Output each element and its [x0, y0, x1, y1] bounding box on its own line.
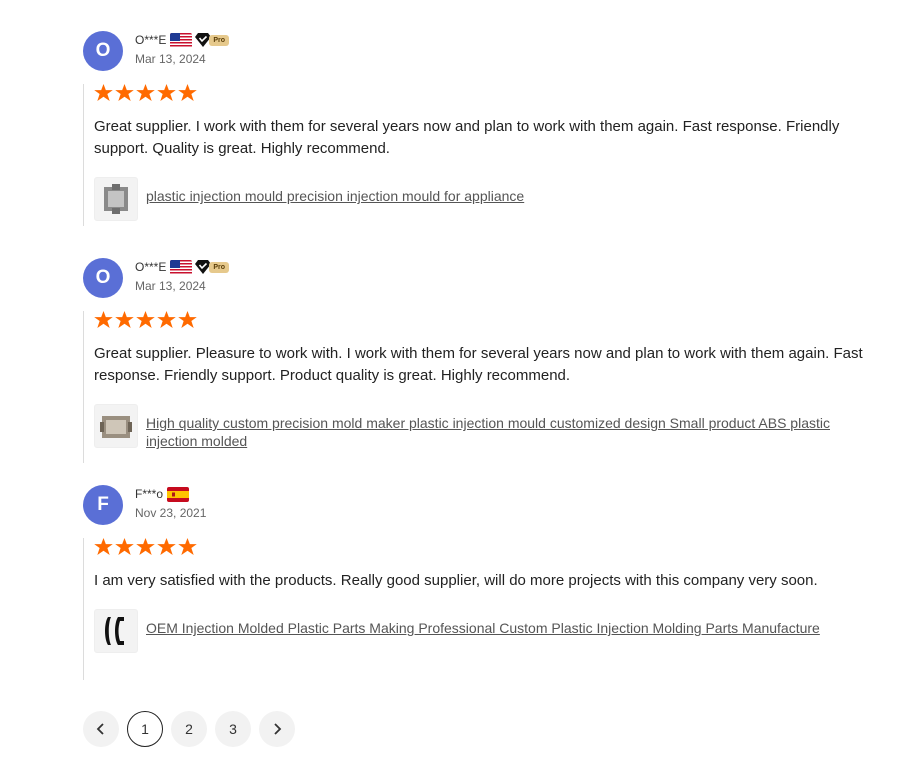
us-flag-icon	[170, 32, 193, 48]
page-button-1[interactable]: 1	[127, 711, 163, 747]
reviewed-product[interactable]: OEM Injection Molded Plastic Parts Makin…	[94, 609, 883, 653]
reviewer-name: O***E	[135, 33, 167, 47]
review-date: Mar 13, 2024	[135, 52, 206, 66]
star-icon	[157, 311, 176, 328]
star-icon	[157, 538, 176, 555]
star-icon	[94, 84, 113, 101]
reviewed-product[interactable]: High quality custom precision mold maker…	[94, 404, 883, 450]
review-meta: O***E Pro Mar 13, 2024	[135, 31, 230, 66]
avatar: O	[83, 31, 123, 71]
verified-pro-badge: Pro	[195, 260, 230, 274]
star-icon	[136, 538, 155, 555]
us-flag-icon	[170, 259, 193, 275]
star-icon	[178, 311, 197, 328]
next-page-button[interactable]	[259, 711, 295, 747]
avatar: F	[83, 485, 123, 525]
spain-flag-icon	[167, 486, 190, 502]
star-rating	[94, 311, 883, 329]
chevron-left-icon	[96, 723, 104, 735]
star-icon	[115, 311, 134, 328]
chevron-right-icon	[274, 723, 282, 735]
page-button-3[interactable]: 3	[215, 711, 251, 747]
product-link[interactable]: plastic injection mould precision inject…	[146, 187, 883, 205]
star-icon	[115, 84, 134, 101]
product-thumbnail[interactable]	[94, 404, 138, 448]
star-icon	[94, 538, 113, 555]
product-link[interactable]: OEM Injection Molded Plastic Parts Makin…	[146, 619, 883, 637]
reviewer-name: F***o	[135, 487, 164, 501]
review-text: Great supplier. I work with them for sev…	[94, 118, 840, 157]
review-meta: F***o Nov 23, 2021	[135, 485, 206, 520]
star-rating	[94, 84, 883, 102]
verified-pro-badge: Pro	[195, 33, 230, 47]
pro-label: Pro	[209, 261, 230, 273]
review-meta: O***E Pro Mar 13, 2024	[135, 258, 230, 293]
pro-label: Pro	[209, 34, 230, 46]
star-icon	[115, 538, 134, 555]
reviewed-product[interactable]: plastic injection mould precision inject…	[94, 177, 883, 221]
star-icon	[178, 84, 197, 101]
product-thumbnail[interactable]	[94, 609, 138, 653]
star-icon	[136, 84, 155, 101]
product-thumbnail[interactable]	[94, 177, 138, 221]
star-rating	[94, 538, 883, 556]
avatar: O	[83, 258, 123, 298]
reviewer-name: O***E	[135, 260, 167, 274]
review-date: Nov 23, 2021	[135, 506, 207, 520]
page-button-2[interactable]: 2	[171, 711, 207, 747]
review-text: Great supplier. Pleasure to work with. I…	[94, 345, 863, 384]
pagination: 1 2 3	[83, 711, 303, 747]
star-icon	[178, 538, 197, 555]
star-icon	[157, 84, 176, 101]
prev-page-button[interactable]	[83, 711, 119, 747]
review-text: I am very satisfied with the products. R…	[94, 572, 818, 589]
star-icon	[94, 311, 113, 328]
review-date: Mar 13, 2024	[135, 279, 206, 293]
product-link[interactable]: High quality custom precision mold maker…	[146, 414, 883, 450]
star-icon	[136, 311, 155, 328]
